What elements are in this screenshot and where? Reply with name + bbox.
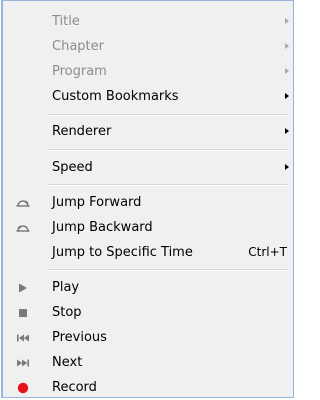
menu-item-stop-label: Stop bbox=[52, 305, 82, 320]
menu-separator bbox=[47, 114, 289, 116]
menu-item-jump-backward[interactable]: Jump Backward bbox=[2, 215, 293, 240]
jump-backward-icon bbox=[16, 225, 30, 232]
submenu-arrow-icon bbox=[285, 43, 289, 49]
menu-item-speed-label: Speed bbox=[52, 160, 93, 175]
menu-item-play-label: Play bbox=[52, 280, 80, 295]
menu-separator bbox=[47, 184, 289, 186]
context-menu: Title Chapter Program Custom Bookmarks R… bbox=[1, 0, 294, 398]
menu-item-renderer-label: Renderer bbox=[52, 124, 112, 139]
menu-item-jump-forward[interactable]: Jump Forward bbox=[2, 190, 293, 215]
play-icon bbox=[19, 283, 27, 293]
submenu-arrow-icon bbox=[285, 18, 289, 24]
menu-item-title-label: Title bbox=[52, 14, 80, 29]
submenu-arrow-icon bbox=[285, 93, 289, 99]
menu-item-chapter: Chapter bbox=[2, 34, 293, 59]
previous-icon bbox=[17, 334, 29, 342]
menu-item-renderer[interactable]: Renderer bbox=[2, 119, 293, 144]
menu-item-jump-forward-label: Jump Forward bbox=[52, 195, 142, 210]
menu-item-next[interactable]: Next bbox=[2, 350, 293, 375]
menu-item-record-label: Record bbox=[52, 380, 97, 395]
shortcut-label: Ctrl+T bbox=[248, 245, 287, 259]
menu-item-custom-bookmarks-label: Custom Bookmarks bbox=[52, 89, 179, 104]
menu-item-jump-to-specific-time-label: Jump to Specific Time bbox=[52, 245, 193, 260]
next-icon bbox=[17, 359, 29, 367]
menu-item-chapter-label: Chapter bbox=[52, 39, 104, 54]
submenu-arrow-icon bbox=[285, 68, 289, 74]
menu-item-stop[interactable]: Stop bbox=[2, 300, 293, 325]
stop-icon bbox=[19, 309, 27, 317]
menu-item-play[interactable]: Play bbox=[2, 275, 293, 300]
submenu-arrow-icon bbox=[285, 164, 289, 170]
menu-item-custom-bookmarks[interactable]: Custom Bookmarks bbox=[2, 84, 293, 109]
menu-item-title: Title bbox=[2, 9, 293, 34]
menu-item-next-label: Next bbox=[52, 355, 83, 370]
record-icon bbox=[17, 382, 29, 394]
menu-item-previous[interactable]: Previous bbox=[2, 325, 293, 350]
jump-forward-icon bbox=[16, 200, 30, 207]
menu-separator bbox=[47, 149, 289, 151]
submenu-arrow-icon bbox=[285, 128, 289, 134]
menu-item-previous-label: Previous bbox=[52, 330, 107, 345]
menu-item-record[interactable]: Record bbox=[2, 375, 293, 400]
menu-separator bbox=[47, 269, 289, 271]
menu-item-jump-to-specific-time[interactable]: Jump to Specific Time Ctrl+T bbox=[2, 240, 293, 265]
menu-item-program: Program bbox=[2, 59, 293, 84]
menu-item-program-label: Program bbox=[52, 64, 107, 79]
menu-item-speed[interactable]: Speed bbox=[2, 155, 293, 180]
menu-item-jump-backward-label: Jump Backward bbox=[52, 220, 153, 235]
